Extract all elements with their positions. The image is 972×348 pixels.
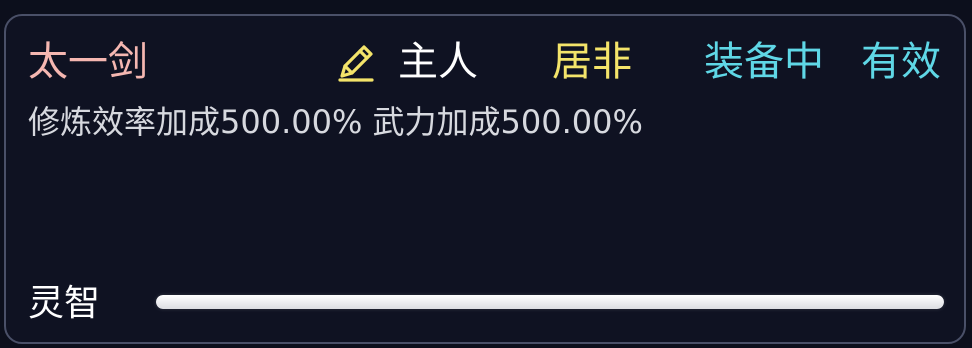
- pencil-icon[interactable]: [332, 38, 380, 86]
- residence-label: 居非: [552, 39, 632, 85]
- effect-status-label: 有效: [861, 39, 941, 85]
- stat-progress-fill: [156, 295, 944, 309]
- item-name: 太一剑: [28, 39, 148, 85]
- item-card: 太一剑 主人 居非 装备中 有效 修炼效率加成500.00% 武力加成500.0…: [4, 14, 966, 344]
- equip-status-label: 装备中: [704, 39, 824, 85]
- stat-progress-bar: [156, 295, 944, 309]
- owner-label: 主人: [398, 39, 478, 85]
- effects-text: 修炼效率加成500.00% 武力加成500.00%: [28, 103, 643, 141]
- pencil-icon-graphic: [338, 45, 374, 82]
- stat-label: 灵智: [28, 283, 101, 324]
